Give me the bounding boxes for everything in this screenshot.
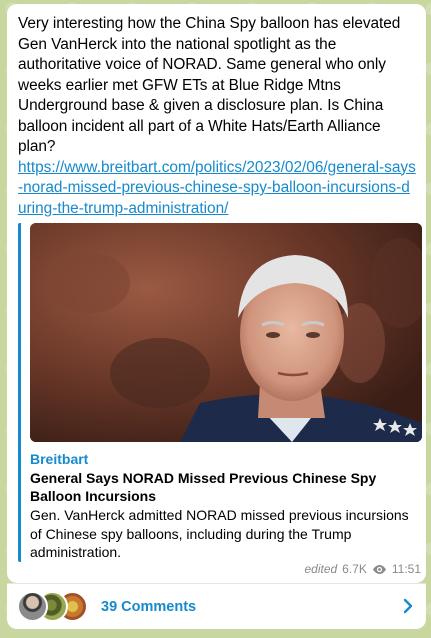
preview-title: General Says NORAD Missed Previous Chine…: [30, 470, 377, 504]
edited-label: edited: [304, 562, 338, 576]
avatar: [17, 591, 48, 622]
preview-site-name: Breitbart: [30, 451, 89, 467]
comments-button[interactable]: 39 Comments: [7, 584, 426, 629]
commenter-avatars: [17, 591, 95, 623]
view-count: 6.7K: [342, 562, 367, 576]
article-link[interactable]: https://www.breitbart.com/politics/2023/…: [18, 158, 416, 220]
general-photo-icon: [30, 223, 422, 442]
preview-image[interactable]: [30, 223, 422, 442]
eye-icon: [372, 564, 386, 574]
comments-count-label: 39 Comments: [101, 598, 197, 615]
message-bubble: Very interesting how the China Spy ballo…: [7, 4, 426, 583]
preview-description: Gen. VanHerck admitted NORAD missed prev…: [30, 507, 409, 560]
message-time: 11:51: [391, 562, 421, 576]
message-text: Very interesting how the China Spy ballo…: [18, 15, 405, 155]
link-preview[interactable]: Breitbart General Says NORAD Missed Prev…: [18, 223, 422, 562]
chevron-right-icon: [403, 598, 413, 614]
message-meta: edited 6.7K 11:51: [304, 562, 421, 576]
